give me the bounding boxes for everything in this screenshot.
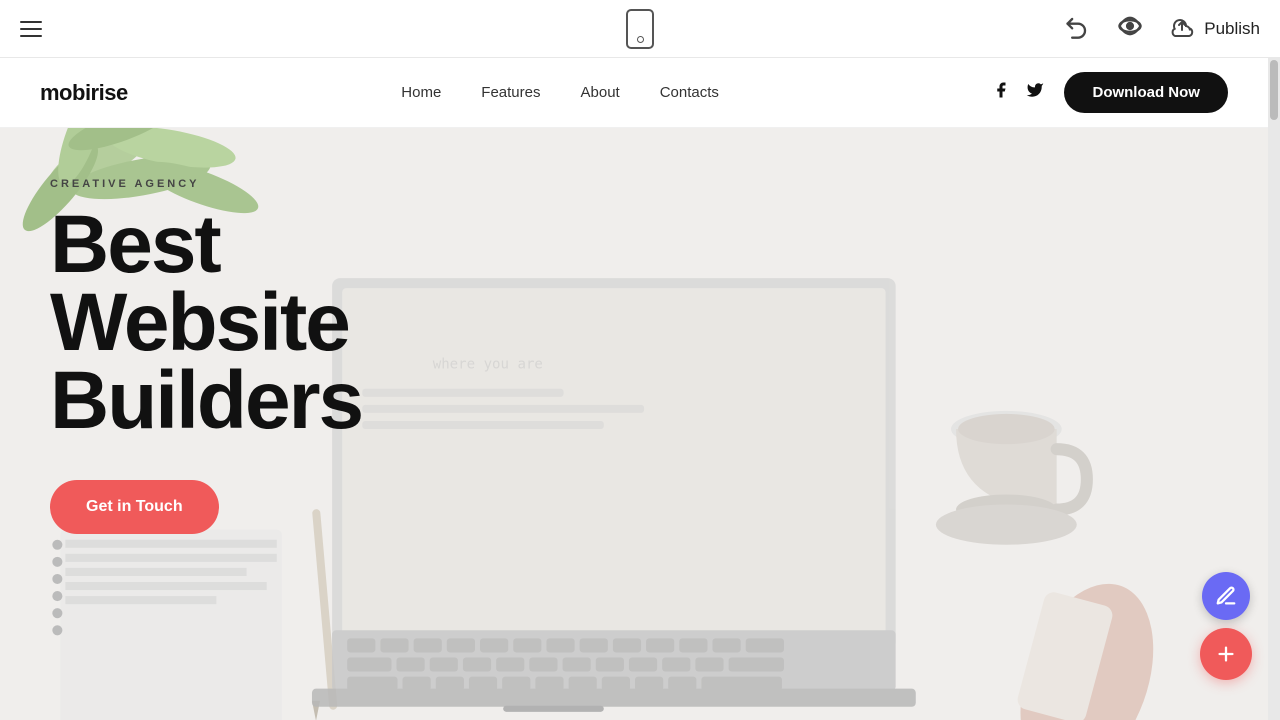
download-now-button[interactable]: Download Now <box>1064 72 1228 113</box>
hamburger-icon[interactable] <box>20 21 42 37</box>
nav-item-about[interactable]: About <box>581 84 620 102</box>
nav-link-about[interactable]: About <box>581 84 620 101</box>
fab-edit-button[interactable] <box>1202 572 1250 620</box>
hero-subtitle: CREATIVE AGENCY <box>50 178 470 190</box>
preview-icon[interactable] <box>1116 12 1144 45</box>
site-nav-right: Download Now <box>992 72 1228 113</box>
site-nav-links: Home Features About Contacts <box>401 84 719 102</box>
hero-title-line1: Best Website <box>50 199 349 368</box>
main-content: mobirise Home Features About Contacts <box>0 58 1268 720</box>
social-icons <box>992 81 1044 104</box>
toolbar: Publish <box>0 0 1280 58</box>
site-logo: mobirise <box>40 80 128 106</box>
content-area: mobirise Home Features About Contacts <box>0 58 1280 720</box>
hero-section: where you are <box>0 128 1268 720</box>
nav-link-contacts[interactable]: Contacts <box>660 84 719 101</box>
toolbar-center <box>626 9 654 49</box>
hero-title-line2: Builders <box>50 355 362 446</box>
undo-icon[interactable] <box>1064 12 1092 45</box>
site-navbar: mobirise Home Features About Contacts <box>0 58 1268 128</box>
facebook-icon[interactable] <box>992 81 1010 104</box>
publish-button[interactable]: Publish <box>1168 14 1260 43</box>
hero-title: Best Website Builders <box>50 206 470 440</box>
toolbar-left <box>20 21 42 37</box>
publish-label: Publish <box>1204 19 1260 39</box>
nav-link-features[interactable]: Features <box>481 84 540 101</box>
nav-item-features[interactable]: Features <box>481 84 540 102</box>
mobile-preview-icon[interactable] <box>626 9 654 49</box>
toolbar-right: Publish <box>1064 12 1260 45</box>
nav-item-home[interactable]: Home <box>401 84 441 102</box>
nav-item-contacts[interactable]: Contacts <box>660 84 719 102</box>
upload-cloud-icon <box>1168 14 1196 43</box>
hero-content: CREATIVE AGENCY Best Website Builders Ge… <box>0 128 520 534</box>
nav-link-home[interactable]: Home <box>401 84 441 101</box>
get-in-touch-button[interactable]: Get in Touch <box>50 480 219 534</box>
scrollbar[interactable] <box>1268 58 1280 720</box>
fab-add-button[interactable] <box>1200 628 1252 680</box>
twitter-icon[interactable] <box>1026 81 1044 104</box>
scrollbar-thumb[interactable] <box>1270 60 1278 120</box>
